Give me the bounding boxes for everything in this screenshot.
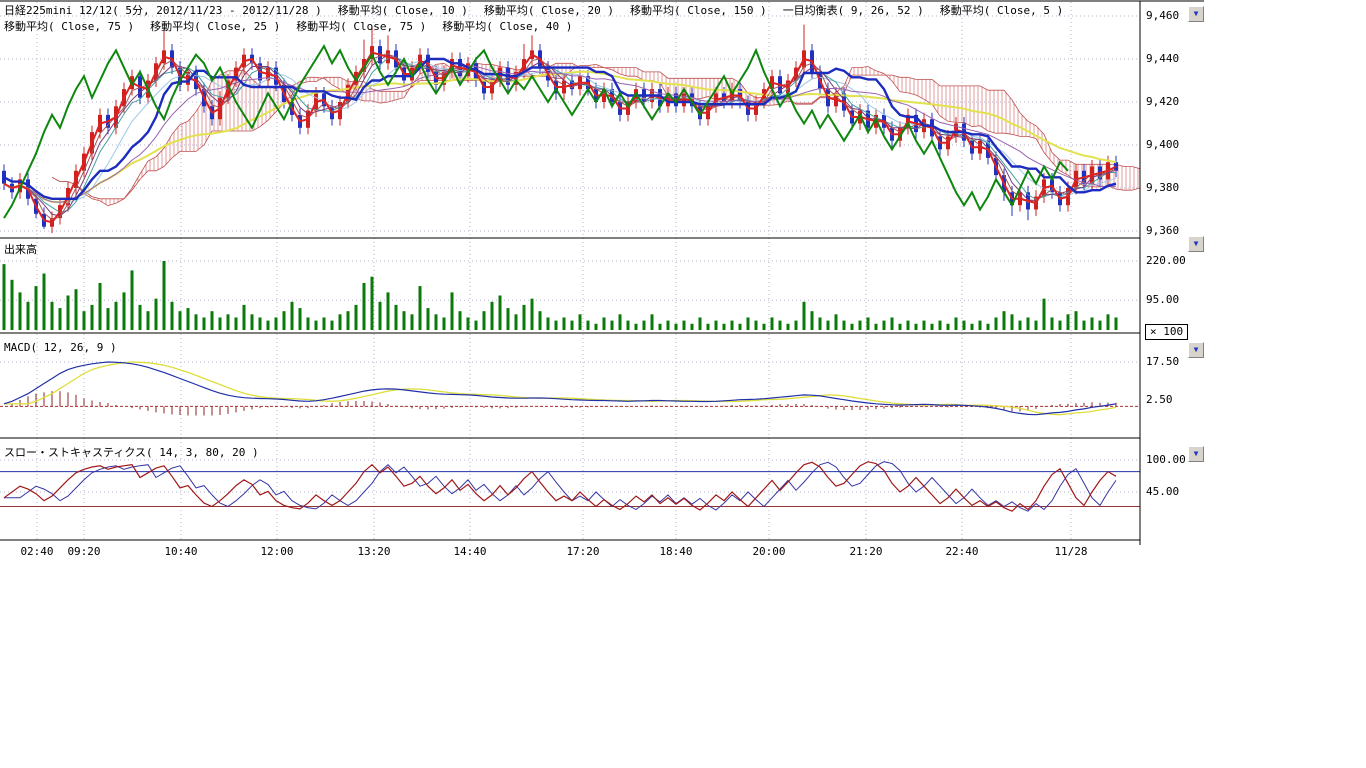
price-axis-label: 9,400	[1146, 138, 1179, 151]
macd-panel-title: MACD( 12, 26, 9 )	[4, 341, 117, 354]
time-axis-label: 02:40	[20, 545, 53, 558]
time-axis-label: 21:20	[849, 545, 882, 558]
time-axis-label: 11/28	[1054, 545, 1087, 558]
stoch-axis-label: 45.00	[1146, 485, 1179, 498]
stoch-axis-label: 100.00	[1146, 453, 1186, 466]
time-axis-label: 13:20	[357, 545, 390, 558]
arrow-down-icon: ▼	[1194, 10, 1199, 18]
legend-item: 一目均衡表( 9, 26, 52 )	[783, 2, 924, 18]
price-axis-label: 9,360	[1146, 224, 1179, 237]
time-axis-label: 09:20	[67, 545, 100, 558]
volume-unit-badge: × 100	[1145, 324, 1188, 340]
chart-canvas[interactable]	[0, 0, 1210, 560]
time-axis-label: 20:00	[752, 545, 785, 558]
legend-row-2: 移動平均( Close, 75 ) 移動平均( Close, 25 ) 移動平均( …	[4, 18, 572, 34]
arrow-down-icon: ▼	[1194, 346, 1199, 354]
arrow-down-icon: ▼	[1194, 240, 1199, 248]
arrow-down-icon: ▼	[1194, 450, 1199, 458]
price-axis-label: 9,440	[1146, 52, 1179, 65]
scroll-down-button-macd[interactable]: ▼	[1188, 342, 1204, 358]
volume-axis-label: 220.00	[1146, 254, 1186, 267]
chart-window: 日経225mini 12/12( 5分, 2012/11/23 - 2012/1…	[0, 0, 1366, 768]
scroll-down-button-stoch[interactable]: ▼	[1188, 446, 1204, 462]
legend-item: 移動平均( Close, 75 )	[4, 18, 134, 34]
legend-item: 移動平均( Close, 40 )	[442, 18, 572, 34]
time-axis-label: 12:00	[260, 545, 293, 558]
volume-axis-label: 95.00	[1146, 293, 1179, 306]
price-axis-label: 9,420	[1146, 95, 1179, 108]
legend-item: 移動平均( Close, 5 )	[940, 2, 1063, 18]
price-axis-label: 9,380	[1146, 181, 1179, 194]
time-axis-label: 14:40	[453, 545, 486, 558]
legend-item: 移動平均( Close, 25 )	[150, 18, 280, 34]
time-axis-label: 10:40	[164, 545, 197, 558]
scroll-down-button-volume[interactable]: ▼	[1188, 236, 1204, 252]
stochastics-panel-title: スロー・ストキャスティクス( 14, 3, 80, 20 )	[4, 444, 259, 460]
macd-axis-label: 17.50	[1146, 355, 1179, 368]
macd-axis-label: 2.50	[1146, 393, 1173, 406]
legend-item: 移動平均( Close, 150 )	[630, 2, 767, 18]
volume-panel-title: 出来高	[4, 241, 37, 257]
time-axis-label: 17:20	[566, 545, 599, 558]
time-axis-label: 22:40	[945, 545, 978, 558]
legend-item: 移動平均( Close, 75 )	[296, 18, 426, 34]
scroll-down-button-price[interactable]: ▼	[1188, 6, 1204, 22]
chart-title: 日経225mini 12/12( 5分, 2012/11/23 - 2012/1…	[4, 2, 322, 18]
price-axis-label: 9,460	[1146, 9, 1179, 22]
legend-row-1: 日経225mini 12/12( 5分, 2012/11/23 - 2012/1…	[4, 2, 1063, 18]
time-axis-label: 18:40	[659, 545, 692, 558]
legend-item: 移動平均( Close, 20 )	[484, 2, 614, 18]
legend-item: 移動平均( Close, 10 )	[338, 2, 468, 18]
